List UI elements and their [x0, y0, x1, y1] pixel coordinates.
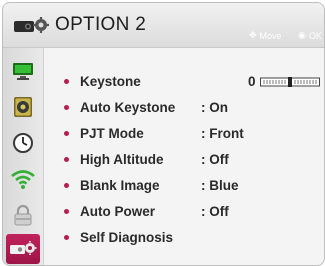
bullet-icon [64, 183, 69, 188]
menu-item-high-altitude[interactable]: High Altitude : Off [44, 151, 324, 171]
projector-gear-icon [14, 17, 49, 33]
menu-item-value: : On [201, 100, 228, 115]
bullet-icon [64, 209, 69, 214]
menu-item-label: Auto Keystone [80, 100, 176, 115]
sidebar-item-picture[interactable] [7, 56, 39, 86]
bullet-icon [64, 79, 69, 84]
menu-header: OPTION 2 ✥ Move ◉ OK [3, 3, 324, 48]
sidebar-item-lock[interactable] [7, 200, 39, 230]
keystone-value: 0 [248, 74, 256, 89]
menu-item-auto-keystone[interactable]: Auto Keystone : On [44, 99, 324, 119]
bullet-icon [64, 235, 69, 240]
menu-item-self-diagnosis[interactable]: Self Diagnosis [44, 229, 324, 249]
monitor-icon [13, 63, 33, 80]
menu-item-value: : Front [201, 126, 244, 141]
menu-item-label: Keystone [80, 74, 141, 89]
bullet-icon [64, 131, 69, 136]
menu-item-value: : Blue [201, 178, 239, 193]
menu-item-label: High Altitude [80, 152, 164, 167]
menu-item-label: Blank Image [80, 178, 160, 193]
menu-item-value: : Off [201, 204, 229, 219]
menu-item-label: Auto Power [80, 204, 156, 219]
clock-icon [13, 133, 33, 153]
menu-item-value: : Off [201, 152, 229, 167]
option-2-menu-panel: OPTION 2 ✥ Move ◉ OK Keystone 0 Auto Key… [2, 2, 325, 266]
wifi-icon [11, 170, 35, 189]
bullet-icon [64, 157, 69, 162]
sidebar-item-option-2[interactable] [6, 234, 40, 264]
menu-item-keystone[interactable]: Keystone 0 [44, 73, 324, 93]
ok-hint-label: OK [308, 30, 322, 41]
menu-item-auto-power[interactable]: Auto Power : Off [44, 203, 324, 223]
ok-hint: ◉ OK [298, 30, 322, 41]
sidebar-item-sound[interactable] [7, 92, 39, 122]
projector-gear-icon [10, 241, 37, 255]
category-sidebar [3, 48, 44, 265]
sidebar-item-network[interactable] [7, 164, 39, 194]
speaker-icon [14, 97, 32, 117]
move-hint: ✥ Move [249, 30, 282, 41]
menu-item-label: PJT Mode [80, 126, 144, 141]
menu-item-pjt-mode[interactable]: PJT Mode : Front [44, 125, 324, 145]
slider-thumb[interactable] [288, 77, 292, 87]
menu-item-label: Self Diagnosis [80, 230, 174, 245]
menu-title: OPTION 2 [55, 14, 147, 35]
keystone-slider[interactable] [260, 77, 320, 87]
lock-icon [14, 204, 32, 226]
move-hint-label: Move [259, 30, 282, 41]
sidebar-item-time[interactable] [7, 128, 39, 158]
ok-button-icon: ◉ [298, 30, 306, 40]
menu-list: Keystone 0 Auto Keystone : On PJT Mode:… [44, 48, 324, 265]
bullet-icon [64, 105, 69, 110]
directional-pad-icon: ✥ [249, 30, 257, 40]
menu-item-blank-image[interactable]: Blank Image : Blue [44, 177, 324, 197]
